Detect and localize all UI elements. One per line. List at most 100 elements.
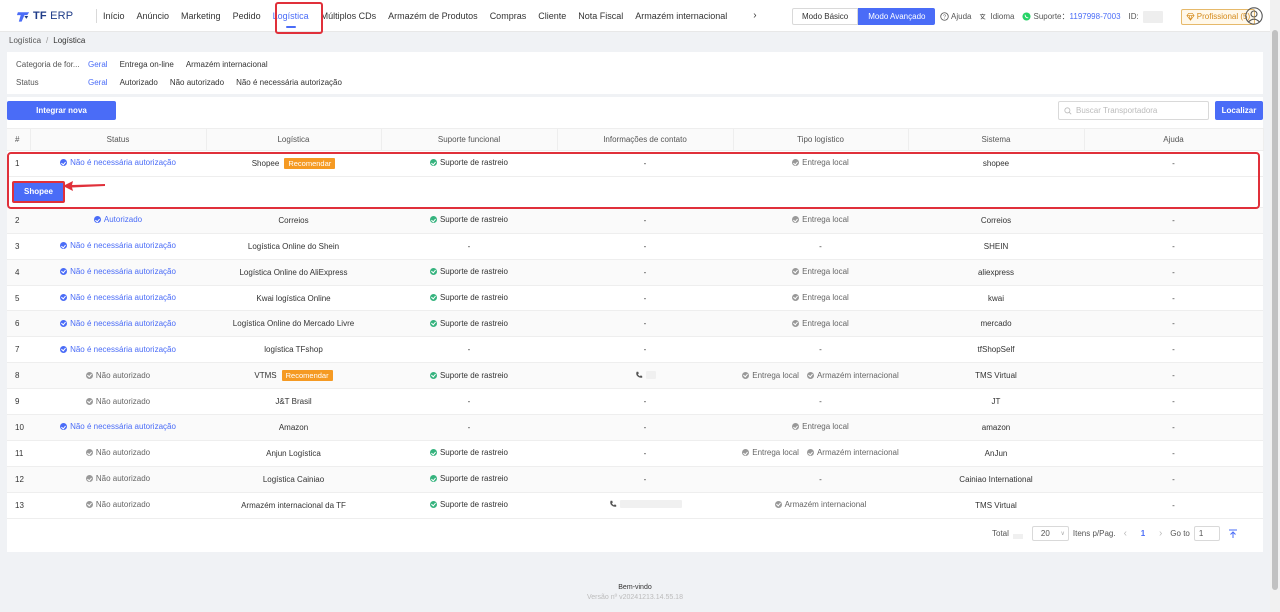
status-option-nao-necessaria[interactable]: Não é necessária autorização — [236, 78, 342, 87]
row-number: 13 — [7, 492, 30, 519]
integrate-carrier-button[interactable]: Integrar nova transportadora — [7, 101, 116, 134]
breadcrumb-root[interactable]: Logística — [9, 36, 41, 45]
category-option-armazem-internacional[interactable]: Armazém internacional — [186, 60, 268, 69]
help-cell: - — [1084, 259, 1263, 286]
chevron-right-icon[interactable]: › — [753, 10, 756, 21]
help-cell: - — [1084, 310, 1263, 338]
table-row[interactable]: 1 Não é necessária autorização Shopee Recom… — [7, 150, 1263, 177]
category-option-geral[interactable]: Geral — [88, 60, 108, 69]
check-circle-icon — [806, 449, 814, 457]
table-row[interactable]: 3 Não é necessária autorização Logística O… — [7, 233, 1263, 260]
support-text: Suporte de rastreio — [439, 267, 509, 277]
phone-contact[interactable] — [635, 370, 656, 379]
nav-item-multiplos-cds[interactable]: Múltiplos CDs — [315, 0, 383, 32]
table-row[interactable]: 5 Não é necessária autorização Kwai logíst… — [7, 285, 1263, 312]
goto-page-input[interactable]: 1 — [1193, 526, 1220, 541]
page-scrollbar[interactable] — [1270, 0, 1280, 612]
system-cell: shopee — [908, 150, 1084, 177]
table-row[interactable]: 8 Não autorizado VTMS Recomendar Suporte de … — [7, 362, 1263, 390]
recommend-badge: Recomendar — [284, 157, 336, 169]
table-row[interactable]: 10 Não é necessária autorização Amazon - - En… — [7, 414, 1263, 441]
system-cell: kwai — [908, 285, 1084, 312]
nav-item-nota-fiscal[interactable]: Nota Fiscal — [572, 0, 629, 32]
current-page[interactable]: 1 — [1135, 529, 1151, 538]
contact-cell: - — [557, 440, 733, 467]
logistics-type-cell: - — [733, 233, 908, 260]
recommend-badge: Recomendar — [281, 370, 333, 382]
status-text: Não é necessária autorização — [70, 293, 176, 302]
page-size-select[interactable]: 20 ∨ — [1031, 526, 1069, 541]
contact-cell: - — [557, 414, 733, 441]
logo-text: TF ERP — [33, 9, 74, 22]
shopee-auth-button[interactable]: Shopee — [12, 180, 65, 203]
table-row[interactable]: 12 Não autorizado Logística Cainiao Suporte… — [7, 466, 1263, 493]
app-logo[interactable]: TF ERP — [16, 0, 88, 32]
table-row[interactable]: 4 Não é necessária autorização Logística O… — [7, 259, 1263, 286]
back-to-top-icon[interactable] — [1228, 529, 1238, 539]
nav-item-armazem-de-produtos[interactable]: Armazém de Produtos — [382, 0, 484, 32]
logistics-name: Armazém internacional da TF — [241, 500, 346, 510]
search-button[interactable]: Localizar — [1215, 101, 1263, 120]
system-cell: SHEIN — [908, 233, 1084, 260]
contact-cell: - — [557, 150, 733, 177]
nav-item-anuncio[interactable]: Anúncio — [131, 0, 176, 32]
logistics-cell: Armazém internacional da TF — [206, 492, 381, 519]
help-cell: - — [1084, 492, 1263, 519]
status-option-autorizado[interactable]: Autorizado — [120, 78, 158, 87]
logistics-type-text: Entrega local — [752, 370, 799, 380]
support-cell: Suporte de rastreio — [381, 259, 557, 286]
nav-item-marketing[interactable]: Marketing — [175, 0, 227, 32]
table-row[interactable]: 9 Não autorizado J&T Brasil - - - JT - — [7, 388, 1263, 416]
prev-page-icon[interactable]: ‹ — [1124, 528, 1127, 539]
contact-cell: - — [557, 207, 733, 234]
status-cell: Autorizado — [30, 207, 206, 234]
logistics-type: Armazém internacional — [774, 500, 866, 509]
carrier-search-input[interactable]: Buscar Transportadora — [1058, 101, 1209, 120]
plan-badge[interactable]: Profissional (5) — [1180, 8, 1256, 25]
table-row[interactable]: 13 Não autorizado Armazém internacional da… — [7, 492, 1263, 519]
nav-item-compras[interactable]: Compras — [484, 0, 533, 32]
table-row[interactable]: 6 Não é necessária autorização Logística O… — [7, 310, 1263, 338]
plan-label: Profissional (5) — [1196, 12, 1251, 21]
search-placeholder: Buscar Transportadora — [1076, 106, 1158, 115]
nav-item-inicio[interactable]: Início — [97, 0, 131, 32]
nav-item-armazem-internacional[interactable]: Armazém internacional — [629, 0, 733, 32]
user-avatar-icon[interactable] — [1245, 7, 1263, 25]
help-link[interactable]: ? Ajuda — [940, 12, 971, 21]
status-indicator: Não é necessária autorização — [60, 345, 176, 354]
check-circle-icon — [85, 371, 93, 379]
table-row[interactable]: 2 Autorizado Correios Suporte de rastreio - E… — [7, 207, 1263, 234]
support-link[interactable]: Suporte： 1197998-7003 — [1022, 11, 1121, 22]
logistics-type-cell: - — [733, 466, 908, 493]
language-link[interactable]: Idioma — [979, 12, 1014, 21]
table-row[interactable]: 11 Não autorizado Anjun Logística Suporte d… — [7, 440, 1263, 467]
category-option-entrega-online[interactable]: Entrega on-line — [120, 60, 174, 69]
contact-cell: - — [557, 233, 733, 260]
status-cell: Não autorizado — [30, 466, 206, 493]
logistics-name: VTMS — [254, 371, 277, 381]
logistics-cell: Anjun Logística — [206, 440, 381, 467]
nav-item-logistica[interactable]: Logística — [267, 0, 315, 32]
status-text: Não autorizado — [95, 370, 151, 380]
table-row[interactable]: 7 Não é necessária autorização logística T… — [7, 336, 1263, 364]
breadcrumb-separator: / — [46, 36, 49, 45]
support-cell: - — [381, 388, 557, 416]
mode-advanced-button[interactable]: Modo Avançado — [858, 8, 936, 25]
nav-item-pedido[interactable]: Pedido — [227, 0, 267, 32]
total-value-redacted — [1012, 534, 1023, 539]
phone-contact[interactable] — [609, 500, 682, 509]
mode-basic-button[interactable]: Modo Básico — [792, 8, 859, 25]
nav-item-cliente[interactable]: Cliente — [532, 0, 572, 32]
support-label: Suporte： — [1033, 12, 1070, 21]
logistics-name: Kwai logística Online — [256, 293, 331, 303]
scrollbar-thumb[interactable] — [1272, 30, 1278, 590]
status-cell: Não autorizado — [30, 388, 206, 416]
status-option-geral[interactable]: Geral — [88, 78, 108, 87]
support-text: Suporte de rastreio — [439, 500, 509, 510]
goto-label: Go to — [1170, 529, 1190, 538]
contact-cell: - — [557, 259, 733, 286]
logistics-cell: Shopee Recomendar — [206, 150, 381, 177]
footer-welcome: Bem-vindo — [618, 584, 652, 591]
next-page-icon[interactable]: › — [1159, 528, 1162, 539]
status-option-nao-autorizado[interactable]: Não autorizado — [170, 78, 224, 87]
